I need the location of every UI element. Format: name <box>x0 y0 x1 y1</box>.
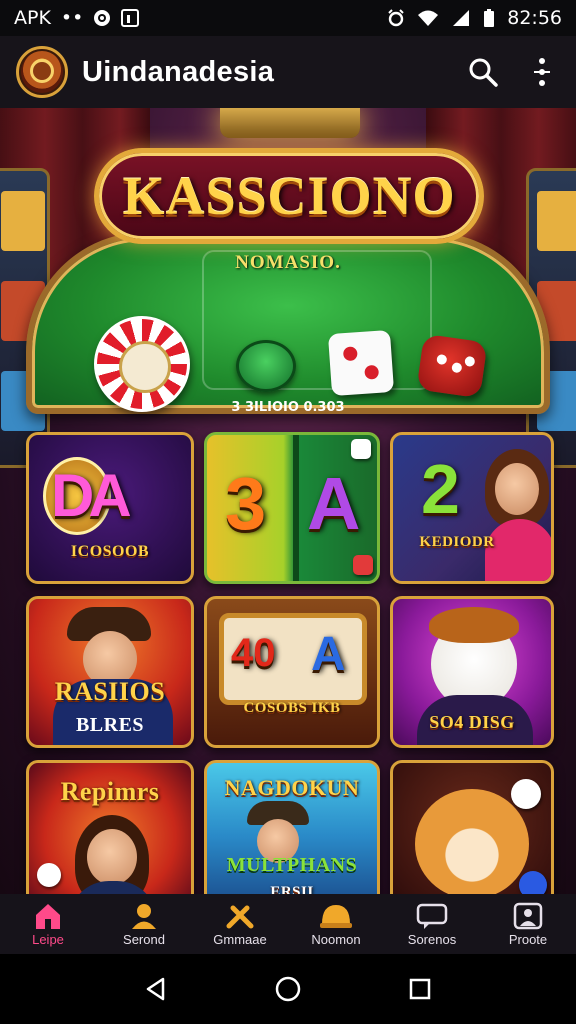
game-tile-label: KEDIODR <box>419 534 495 550</box>
home-icon <box>36 903 60 929</box>
game-tile-slot-40a[interactable]: 40 A COSOBS IKB <box>204 596 380 748</box>
hero-caption: 3 3ILIOIO 0.303 <box>231 400 345 415</box>
shiba-face <box>415 789 529 894</box>
status-bar: APK •• 82:56 <box>0 0 576 36</box>
nav-item-second[interactable]: Serond <box>96 894 192 954</box>
more-icon[interactable] <box>532 57 552 87</box>
woman-dress <box>485 519 551 581</box>
signal-icon <box>453 10 470 26</box>
nav-item-games[interactable]: Gmmaae <box>192 894 288 954</box>
woman-face <box>495 463 539 515</box>
apk-label: APK <box>14 7 51 29</box>
games-grid: DA ICOSOOB 3 A 2 KEDIODR RASIIOS BLRES 4… <box>26 432 554 894</box>
person-icon <box>132 903 156 929</box>
target-icon <box>94 10 111 26</box>
roulette-chip-icon <box>94 316 190 412</box>
app-logo[interactable] <box>16 46 68 98</box>
nav-label: Leipe <box>32 931 64 947</box>
wifi-icon <box>418 10 439 26</box>
game-tile-label: COSOBS IKB <box>243 700 341 716</box>
image-icon <box>121 9 140 27</box>
profile-icon <box>513 902 543 929</box>
app-title: Uindanadesia <box>82 55 275 88</box>
dice-icon <box>37 863 61 887</box>
game-tile-2[interactable]: 2 KEDIODR <box>390 432 554 584</box>
game-tile-nagdokun[interactable]: NAGDOKUN MULTPHANS ERSII <box>204 760 380 894</box>
game-tile-label: ICOSOOB <box>70 543 150 560</box>
game-tile-shiba[interactable] <box>390 760 554 894</box>
nav-item-home[interactable]: Leipe <box>0 894 96 954</box>
game-tile-3a[interactable]: 3 A <box>204 432 380 584</box>
game-tile-title: NAGDOKUN <box>224 775 360 800</box>
hero-logo: KASSCIONO <box>94 148 484 244</box>
main-content: KASSCIONO NOMASIO. 3 3ILIOIO 0.303 DA IC… <box>0 108 576 894</box>
home-circle-icon[interactable] <box>274 975 302 1003</box>
game-tile-label: BLRES <box>75 714 145 736</box>
nav-item-profile[interactable]: Proote <box>480 894 576 954</box>
game-tile-subtitle: MULTPHANS <box>226 854 358 876</box>
game-tile-2-glyph: 2 <box>421 450 460 528</box>
stage-light <box>220 108 360 138</box>
woman-face <box>87 829 137 885</box>
notification-dots: •• <box>60 7 84 29</box>
nav-label: Serond <box>123 931 165 947</box>
dice-icon <box>511 779 541 809</box>
dice-icon <box>353 555 373 575</box>
game-tile-title: Repimrs <box>60 777 160 806</box>
nav-item-sorenos[interactable]: Sorenos <box>384 894 480 954</box>
hero-subtitle: NOMASIO. <box>235 252 341 273</box>
nav-label: Sorenos <box>407 931 457 947</box>
hero-logo-text: KASSCIONO <box>122 166 456 226</box>
game-tile-repimrs[interactable]: Repimrs <box>26 760 194 894</box>
chip-icon <box>519 871 547 894</box>
recents-icon[interactable] <box>407 976 433 1002</box>
game-tile-da-glyph: DA <box>51 462 132 529</box>
game-tile-a-glyph: A <box>307 462 361 545</box>
nav-label: Noomon <box>311 931 361 947</box>
game-tile-title: RASIIOS <box>54 677 166 706</box>
game-tile-label: ERSII <box>270 884 314 894</box>
game-tile-label: SO4 DISG <box>429 712 515 732</box>
bottom-nav: Leipe Serond Gmmaae Noomon Sorenos Proot… <box>0 894 576 954</box>
search-icon[interactable] <box>468 57 498 87</box>
white-die-icon <box>327 329 395 397</box>
back-icon[interactable] <box>143 976 169 1002</box>
dog-hair <box>429 607 519 643</box>
nav-item-noomon[interactable]: Noomon <box>288 894 384 954</box>
battery-icon <box>484 9 495 27</box>
chat-icon <box>416 903 448 929</box>
app-bar: Uindanadesia <box>0 36 576 108</box>
red-die-icon <box>416 333 488 399</box>
game-tile-rasiios[interactable]: RASIIOS BLRES <box>26 596 194 748</box>
hero-banner[interactable]: KASSCIONO NOMASIO. 3 3ILIOIO 0.303 <box>26 148 550 415</box>
slot-40-glyph: 40 <box>231 631 276 675</box>
system-nav-bar <box>0 954 576 1024</box>
tools-icon <box>226 905 254 928</box>
green-chip-icon <box>236 340 296 392</box>
helmet-icon <box>320 904 352 928</box>
dice-icon <box>351 439 371 459</box>
nav-label: Proote <box>508 931 548 947</box>
alarm-icon <box>388 9 404 27</box>
clock: 82:56 <box>507 7 562 29</box>
nav-label: Gmmaae <box>213 931 267 947</box>
game-tile-3-glyph: 3 <box>225 462 267 545</box>
game-tile-dog-suit[interactable]: SO4 DISG <box>390 596 554 748</box>
slot-a-glyph: A <box>311 628 346 681</box>
game-tile-da[interactable]: DA ICOSOOB <box>26 432 194 584</box>
